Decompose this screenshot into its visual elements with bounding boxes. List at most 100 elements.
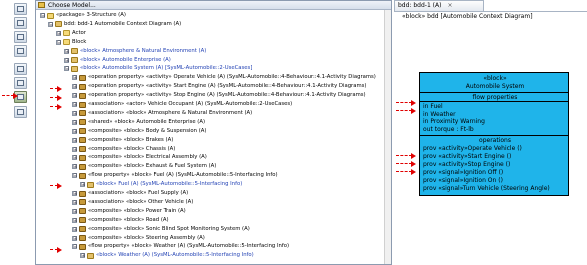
toolbar-button-8[interactable] <box>14 106 27 118</box>
annotation-arrow-head <box>411 168 416 175</box>
tree-item[interactable]: ⊞ «block» Atmosphere & Natural Environmen… <box>64 47 206 56</box>
tree-item[interactable]: ⊞ «composite» «block» Power Train (A) <box>72 207 186 216</box>
tree-item[interactable]: ⊞ «association» «block» Fuel Supply (A) <box>72 189 188 198</box>
tree-item[interactable]: ⊞ «block» Fuel (A) (SysML-Automobile::5-I… <box>80 180 242 189</box>
operations-title: operations <box>479 137 511 144</box>
expand-icon[interactable]: ⊞ <box>80 182 85 188</box>
annotation-arrow-head <box>57 182 62 189</box>
expand-icon[interactable]: ⊞ <box>72 155 77 161</box>
toolbar-button-4[interactable] <box>14 45 27 57</box>
property-icon <box>79 226 86 233</box>
tree-item[interactable]: ⊟ «flow property» «block» Weather (A) (Sy… <box>72 242 289 251</box>
tree-item[interactable]: ⊞ «composite» «block» Chassis (A) <box>72 145 175 154</box>
expand-icon[interactable]: ⊞ <box>72 191 77 197</box>
flow-properties-title: flow properties <box>472 94 518 101</box>
expand-icon[interactable]: ⊞ <box>72 93 77 99</box>
tree-item-label: «composite» «block» Chassis (A) <box>88 145 176 152</box>
expand-icon[interactable]: ⊞ <box>72 217 77 223</box>
collapse-icon[interactable]: ⊟ <box>48 21 53 27</box>
tree-item-label: «operation property» «activity» Start En… <box>88 83 367 90</box>
block-icon <box>87 181 94 188</box>
close-icon[interactable]: × <box>447 2 452 9</box>
collapse-icon[interactable]: ⊟ <box>72 244 77 250</box>
model-icon <box>38 2 45 8</box>
tree-item[interactable]: ⊞ «association» «actor» Vehicle Occupant … <box>72 100 292 109</box>
tree-item[interactable]: ⊞ «operation property» «activity» Start E… <box>72 82 366 91</box>
expand-icon[interactable]: ⊞ <box>72 119 77 125</box>
property-icon <box>79 217 86 224</box>
expand-icon[interactable]: ⊞ <box>72 208 77 214</box>
toolbar-button-5[interactable] <box>14 63 27 75</box>
window-icon <box>17 6 24 12</box>
property-icon <box>79 110 86 117</box>
tree-item[interactable]: ⊞ Actor <box>56 29 86 38</box>
tree-item-label: «operation property» «activity» Stop Eng… <box>88 92 366 99</box>
property-icon <box>79 83 86 90</box>
tree-item[interactable]: ⊞ «composite» «block» Road (A) <box>72 216 169 225</box>
tree-item-label: «composite» «block» Power Train (A) <box>88 207 186 214</box>
expand-icon[interactable]: ⊞ <box>72 226 77 232</box>
property-icon <box>79 163 86 170</box>
diagram-header: «block» bdd [Automobile Context Diagram] <box>394 11 587 21</box>
annotation-arrow-head <box>57 246 62 253</box>
tree-item[interactable]: ⊞ «operation property» «activity» Stop En… <box>72 91 366 100</box>
block-icon <box>55 21 62 28</box>
expand-icon[interactable]: ⊞ <box>72 235 77 241</box>
browser-scrollbar[interactable] <box>384 10 391 264</box>
collapse-icon[interactable]: ⊟ <box>72 173 77 179</box>
collapse-icon[interactable]: ⊟ <box>56 39 61 45</box>
compartment-divider <box>420 135 568 136</box>
tree-item[interactable]: ⊟ «flow property» «block» Fuel (A) (SysML… <box>72 171 278 180</box>
flow-property: out torque : Ft-lb <box>423 125 474 133</box>
operation: prov «signal»Ignition On () <box>423 177 503 184</box>
tree-item[interactable]: ⊞ «association» «block» Atmosphere & Natu… <box>72 109 252 118</box>
folder-icon <box>63 39 70 46</box>
folder-icon <box>63 30 70 37</box>
expand-icon[interactable]: ⊞ <box>72 137 77 143</box>
toolbar-button-6[interactable] <box>14 77 27 89</box>
tree-item[interactable]: ⊞ «operation property» «activity» Operate… <box>72 73 376 82</box>
tree-item-label: «shared» «block» Automobile Enterprise (… <box>88 118 206 125</box>
tree-item[interactable]: ⊞ «composite» «block» Brakes (A) <box>72 136 173 145</box>
annotation-arrow-head <box>411 107 416 114</box>
tree-item[interactable]: ⊟ «package» 3-Structure (A) <box>40 11 126 20</box>
expand-icon[interactable]: ⊞ <box>72 110 77 116</box>
annotation-arrow-head <box>411 99 416 106</box>
expand-icon[interactable]: ⊞ <box>72 128 77 134</box>
tree-item[interactable]: ⊞ «composite» «block» Sonic Blind Spot Mo… <box>72 225 250 234</box>
property-icon <box>79 119 86 126</box>
expand-icon[interactable]: ⊞ <box>72 146 77 152</box>
tree-item[interactable]: ⊞ «association» «block» Other Vehicle (A) <box>72 198 193 207</box>
expand-icon[interactable]: ⊞ <box>72 75 77 81</box>
tree-item[interactable]: ⊞ «composite» «block» Exhaust & Fuel Syst… <box>72 162 216 171</box>
annotation-arrow-head <box>57 94 62 101</box>
collapse-icon[interactable]: ⊟ <box>40 13 45 19</box>
annotation-arrow-head <box>411 160 416 167</box>
expand-icon[interactable]: ⊞ <box>72 84 77 90</box>
compartment-divider <box>420 92 568 93</box>
tree-item[interactable]: ⊞ «block» Automobile Enterprise (A) <box>64 56 171 65</box>
expand-icon[interactable]: ⊞ <box>72 199 77 205</box>
tree-item[interactable]: ⊞ «block» Weather (A) (SysML-Automobile::… <box>80 251 254 260</box>
diagram-tab[interactable]: bdd: bdd-1 (A) × <box>394 0 484 11</box>
expand-icon[interactable]: ⊞ <box>72 164 77 170</box>
toolbar-button-2[interactable] <box>14 17 27 29</box>
expand-icon[interactable]: ⊞ <box>72 102 77 108</box>
tree-item[interactable]: ⊞ «composite» «block» Steering Assembly (… <box>72 234 205 243</box>
tree-item-label: «composite» «block» Road (A) <box>88 216 169 223</box>
tree-item[interactable]: ⊞ «shared» «block» Automobile Enterprise … <box>72 118 205 127</box>
expand-icon[interactable]: ⊞ <box>64 48 69 54</box>
tree-item[interactable]: ⊞ «composite» «block» Electrical Assembly… <box>72 153 207 162</box>
expand-icon[interactable]: ⊞ <box>80 253 85 259</box>
expand-icon[interactable]: ⊞ <box>56 30 61 36</box>
toolbar-button-3[interactable] <box>14 31 27 43</box>
automobile-system-block[interactable]: «block» Automobile System flow propertie… <box>419 72 569 196</box>
tree-item[interactable]: ⊟ «block» Automobile System (A) [SysML-Au… <box>64 64 252 73</box>
tree-item[interactable]: ⊞ «composite» «block» Body & Suspension (… <box>72 127 206 136</box>
expand-icon[interactable]: ⊞ <box>64 57 69 63</box>
tree-item[interactable]: ⊟ Block <box>56 38 86 47</box>
toolbar-button-1[interactable] <box>14 3 27 15</box>
property-icon <box>79 92 86 99</box>
tree-item[interactable]: ⊟ bdd: bdd-1 Automobile Context Diagram (… <box>48 20 181 29</box>
collapse-icon[interactable]: ⊟ <box>64 66 69 72</box>
